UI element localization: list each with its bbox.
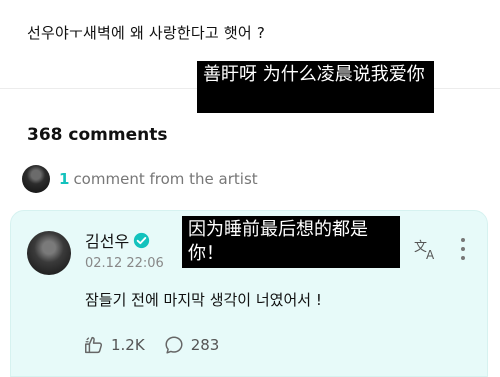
artist-comment-count: 1 — [59, 170, 70, 188]
reply-bubble-icon — [165, 336, 183, 354]
comment-date: 02.12 22:06 — [85, 256, 164, 271]
more-dot — [461, 256, 465, 260]
like-button[interactable]: 1.2K — [83, 334, 145, 356]
artist-comment-filter[interactable]: 1 comment from the artist — [22, 164, 258, 194]
verified-badge-icon — [134, 232, 150, 248]
commenter-name-row: 김선우 — [85, 228, 150, 252]
comment-actions: 1.2K 283 — [83, 334, 237, 356]
like-count: 1.2K — [111, 336, 145, 354]
more-dot — [461, 238, 465, 242]
more-dot — [461, 247, 465, 251]
translate-icon[interactable]: 文 A — [413, 236, 439, 262]
comment-text: 잠들기 전에 마지막 생각이 너였어서 ! — [85, 291, 322, 309]
svg-text:A: A — [426, 248, 435, 262]
caption-overlay: 善盱呀 为什么凌晨说我爱你 — [197, 61, 434, 113]
commenter-name[interactable]: 김선우 — [85, 228, 129, 252]
post-text: 선우야ㅜ새벽에 왜 사랑한다고 햇어 ? — [27, 24, 266, 42]
more-vertical-icon[interactable] — [457, 235, 469, 263]
comments-count: 368 comments — [27, 125, 168, 145]
reply-count: 283 — [190, 336, 220, 354]
reply-button[interactable]: 283 — [163, 334, 220, 356]
artist-mini-avatar — [22, 165, 50, 193]
avatar[interactable] — [27, 231, 71, 275]
caption-overlay: 因为睡前最后想的都是你！ — [182, 216, 400, 268]
like-icon — [85, 336, 103, 354]
artist-comment-label: comment from the artist — [73, 170, 258, 188]
